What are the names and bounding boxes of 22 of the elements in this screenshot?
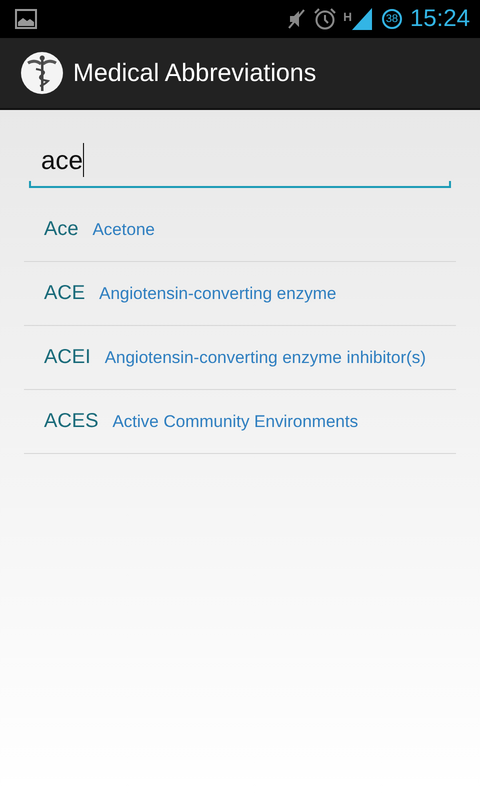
result-item[interactable]: ACEI Angiotensin-converting enzyme inhibitor(s): [24, 326, 456, 390]
abbreviation: Ace: [44, 218, 78, 241]
meaning: Angiotensin-converting enzyme: [99, 284, 336, 304]
battery-level: 38: [382, 9, 402, 29]
result-item[interactable]: Ace Acetone: [24, 198, 456, 262]
clock-time: 15:24: [410, 5, 470, 33]
mute-icon: [287, 8, 308, 30]
signal-icon: [352, 8, 372, 30]
meaning: Angiotensin-converting enzyme inhibitor(s): [104, 348, 426, 368]
app-title: Medical Abbreviations: [73, 58, 316, 88]
abbreviation: ACEI: [44, 346, 91, 369]
caduceus-icon: [20, 51, 64, 95]
meaning: Active Community Environments: [112, 412, 358, 432]
alarm-icon: [313, 7, 338, 31]
search-field[interactable]: ace: [29, 134, 451, 188]
abbreviation: ACE: [44, 282, 86, 305]
result-item[interactable]: ACES Active Community Environments: [24, 390, 456, 454]
result-item[interactable]: ACE Angiotensin-converting enzyme: [24, 262, 456, 326]
meaning: Acetone: [92, 220, 155, 240]
abbreviation: ACES: [44, 410, 98, 433]
network-type: H: [343, 10, 352, 24]
image-notification-icon: [15, 9, 37, 29]
